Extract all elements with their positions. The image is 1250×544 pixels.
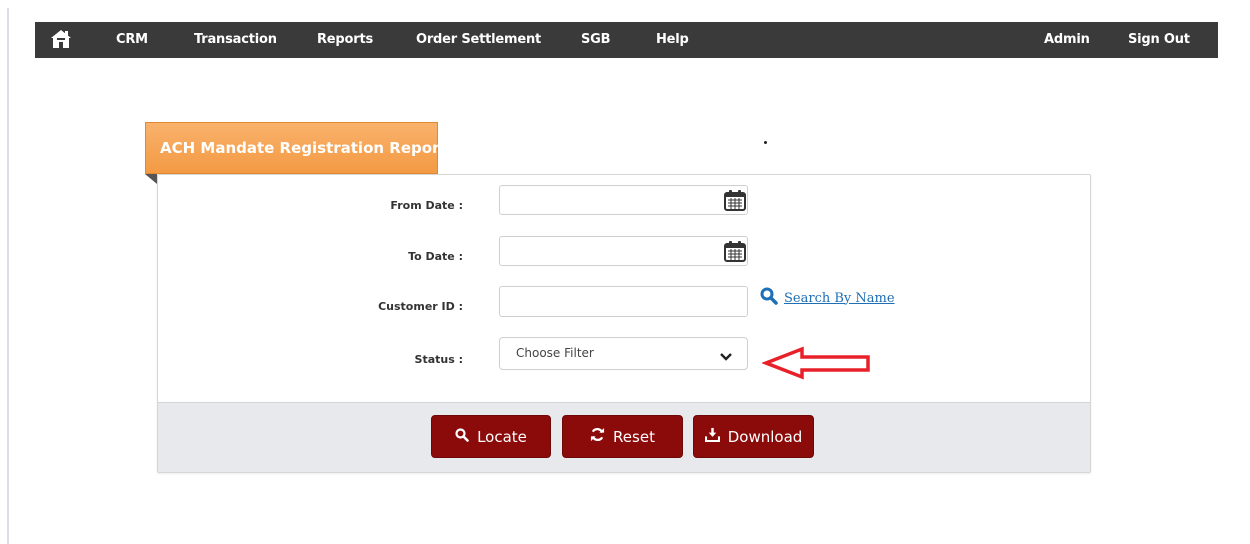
download-label: Download [727, 427, 803, 446]
chevron-down-icon [719, 348, 733, 361]
to-date-label: To Date : [408, 250, 463, 263]
nav-item-help[interactable]: Help [656, 22, 689, 58]
status-select-value: Choose Filter [516, 346, 594, 360]
nav-item-sign-out[interactable]: Sign Out [1128, 22, 1190, 58]
customer-id-input[interactable] [499, 286, 748, 317]
search-by-name-text: Search By Name [784, 290, 895, 306]
stray-dot [764, 141, 767, 144]
search-icon [760, 287, 778, 309]
download-icon [704, 427, 728, 446]
refresh-icon [590, 427, 613, 446]
to-date-input[interactable] [499, 236, 748, 266]
reset-button[interactable]: Reset [562, 415, 683, 458]
customer-id-label: Customer ID : [378, 300, 463, 313]
report-title-tab: ACH Mandate Registration Report [145, 122, 447, 174]
nav-item-sgb[interactable]: SGB [581, 22, 611, 58]
download-button[interactable]: Download [693, 415, 814, 458]
calendar-icon[interactable] [724, 189, 746, 211]
locate-button[interactable]: Locate [431, 415, 551, 458]
calendar-icon[interactable] [724, 240, 746, 262]
search-icon [455, 427, 477, 446]
top-navbar: CRM Transaction Reports Order Settlement… [35, 22, 1218, 58]
title-tab-fold [145, 174, 157, 184]
from-date-input[interactable] [499, 185, 748, 215]
status-select[interactable]: Choose Filter [499, 337, 748, 370]
nav-item-crm[interactable]: CRM [116, 22, 148, 58]
status-label: Status : [414, 353, 463, 366]
from-date-label: From Date : [390, 199, 463, 212]
nav-item-reports[interactable]: Reports [317, 22, 373, 58]
search-by-name-link[interactable]: Search By Name [760, 286, 895, 310]
page-left-border [7, 8, 9, 544]
locate-label: Locate [477, 427, 527, 446]
reset-label: Reset [613, 427, 655, 446]
nav-item-transaction[interactable]: Transaction [194, 22, 277, 58]
red-arrow-icon [761, 346, 872, 380]
home-icon[interactable] [50, 29, 72, 49]
nav-item-order-settlement[interactable]: Order Settlement [416, 22, 541, 58]
nav-item-admin[interactable]: Admin [1044, 22, 1090, 58]
